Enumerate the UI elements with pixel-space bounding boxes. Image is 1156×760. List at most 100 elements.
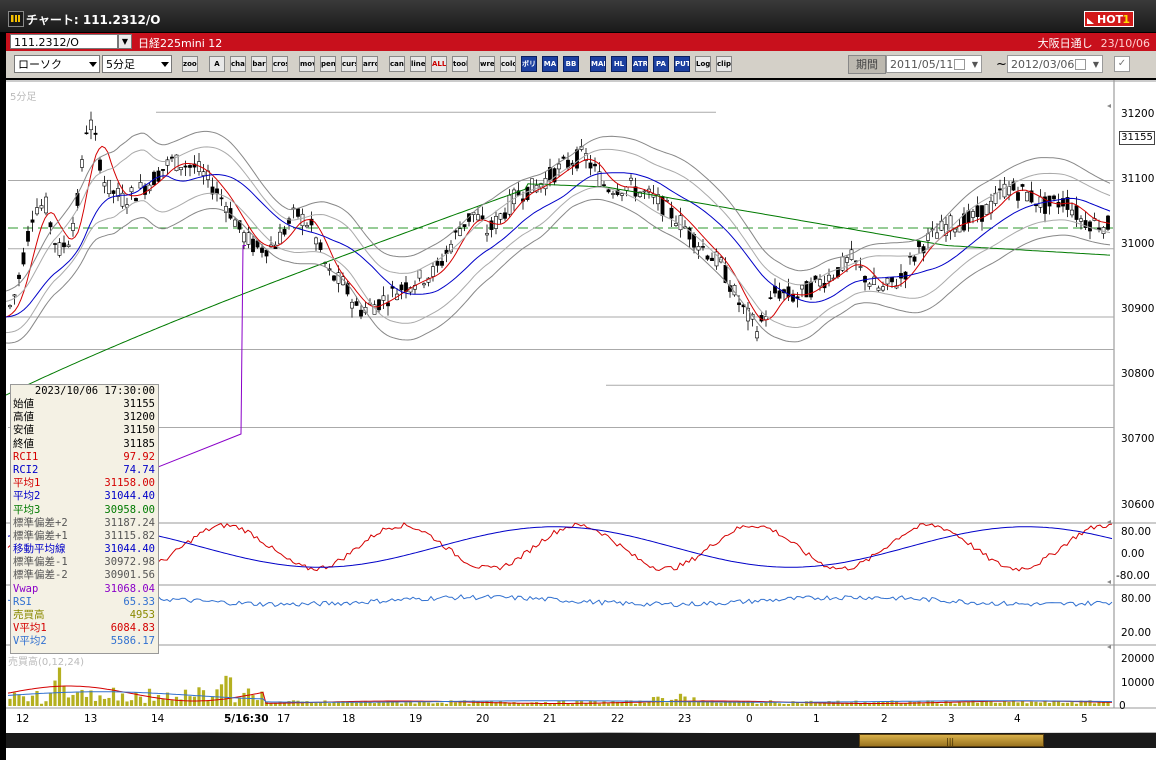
tool-bb-button[interactable]: BB (563, 56, 579, 72)
tool-move-button[interactable]: move (299, 56, 315, 72)
symbol-input[interactable]: 111.2312/O (10, 34, 118, 49)
data-row: 標準偏差-1 30972.98 (11, 556, 158, 569)
candle (1025, 191, 1029, 202)
tool-bar-button[interactable]: bar (251, 56, 267, 72)
tool-ボリ-button[interactable]: ボリ (521, 56, 537, 72)
tool-a-button[interactable]: A (209, 56, 225, 72)
interval-select[interactable]: 5分足 (102, 55, 172, 73)
data-row-value: 30958.00 (104, 503, 155, 516)
candle (827, 274, 831, 282)
candle (251, 238, 255, 253)
candle (692, 233, 696, 248)
volume-bar (525, 703, 530, 706)
candle (48, 222, 53, 228)
panel-label: 5分足 (10, 92, 37, 103)
grip-icon: ||| (946, 737, 955, 746)
candle (917, 241, 921, 247)
volume-bar (246, 688, 251, 706)
volume-bar (1034, 701, 1038, 706)
data-row-label: 平均1 (13, 477, 41, 490)
candle (1097, 227, 1101, 230)
data-row-label: Vwap (13, 582, 39, 595)
tool-atr-button[interactable]: ATR (632, 56, 648, 72)
candle (800, 284, 804, 290)
volume-bar (89, 690, 93, 706)
hot-badge[interactable]: HOT 1 (1084, 11, 1134, 27)
candle (71, 223, 75, 231)
tool-pa-button[interactable]: PA (653, 56, 669, 72)
chart-type-select[interactable]: ローソク (14, 55, 100, 73)
tool-tool-button[interactable]: tool (452, 56, 468, 72)
tool-arrow-button[interactable]: arrow (362, 56, 378, 72)
volume-bar (678, 693, 683, 706)
scrollbar-thumb[interactable]: ||| (859, 734, 1044, 747)
candle (593, 163, 597, 167)
candle (138, 182, 143, 189)
horizontal-scrollbar[interactable]: ||| (6, 733, 1156, 748)
tool-clip-button[interactable]: clip (716, 56, 732, 72)
symbol-dropdown-button[interactable]: ▼ (118, 34, 132, 49)
time-axis-label: 3 (948, 713, 955, 725)
candle (260, 247, 264, 253)
volume-bar (989, 701, 993, 706)
candle (975, 205, 980, 217)
candle (300, 213, 305, 227)
candle (1074, 205, 1079, 220)
candle (98, 159, 102, 171)
volume-bar (440, 702, 444, 706)
candle (417, 269, 422, 279)
data-row-value: 31068.04 (104, 582, 155, 595)
tool-put-button[interactable]: PUT (674, 56, 690, 72)
tool-candle-button[interactable]: candle (389, 56, 405, 72)
tool-chart-button[interactable]: chart (230, 56, 246, 72)
tool-cross-button[interactable]: cross (272, 56, 288, 72)
tool-mae-button[interactable]: MAE (590, 56, 606, 72)
symbol-name: 日経225mini 12 (138, 37, 223, 50)
data-row-value: 30972.98 (104, 556, 155, 569)
volume-bar (1029, 701, 1034, 706)
data-row-value: 74.74 (123, 463, 155, 476)
candle (696, 246, 701, 251)
candle (8, 305, 12, 308)
volume-bar (782, 703, 786, 706)
range-separator: ~ (996, 57, 1007, 72)
chart-svg[interactable] (6, 80, 1156, 733)
period-button[interactable]: 期間 (848, 55, 886, 74)
tool-zoom-button[interactable]: zoom (182, 56, 198, 72)
volume-bar (863, 702, 867, 706)
tool-wrench-button[interactable]: wrench (479, 56, 495, 72)
tool-hl-button[interactable]: HL (611, 56, 627, 72)
chart-area[interactable]: 5分足 売買高(0,12,24) 31155 31200 31100 31000 30… (6, 80, 1156, 760)
candle (377, 299, 381, 311)
tool-color-button[interactable]: color (500, 56, 516, 72)
price-axis-label: 30900 (1121, 303, 1155, 315)
volume-bar (224, 675, 228, 706)
range-checkbox[interactable]: ✓ (1114, 56, 1130, 72)
candle (629, 177, 633, 181)
tool-cursor-button[interactable]: cursor (341, 56, 357, 72)
volume-bar (17, 694, 21, 706)
tool-line-button[interactable]: line (410, 56, 426, 72)
volume-bar (768, 700, 773, 706)
candle (183, 165, 188, 168)
tool-pen-button[interactable]: pen (320, 56, 336, 72)
candle (332, 275, 336, 281)
candle (678, 215, 683, 231)
data-row-value: 30901.56 (104, 569, 155, 582)
rsi-axis-label: 80.00 (1121, 593, 1152, 605)
candle (458, 228, 462, 236)
date-from-input[interactable]: 2011/05/11 ▼ (886, 55, 982, 73)
volume-bar (665, 702, 669, 706)
volume-bar (431, 703, 435, 706)
candle (669, 207, 674, 219)
volume-bar (1106, 702, 1110, 706)
tool-all-button[interactable]: ALL (431, 56, 447, 72)
data-row-value: 6084.83 (110, 622, 155, 635)
date-to-input[interactable]: 2012/03/06 ▼ (1007, 55, 1103, 73)
price-axis-label: 30700 (1121, 433, 1155, 445)
tool-log-button[interactable]: Log (695, 56, 711, 72)
candle (557, 163, 561, 170)
data-row-value: 31200 (123, 411, 155, 424)
data-row-label: RCI2 (13, 463, 39, 476)
tool-ma-button[interactable]: MA (542, 56, 558, 72)
